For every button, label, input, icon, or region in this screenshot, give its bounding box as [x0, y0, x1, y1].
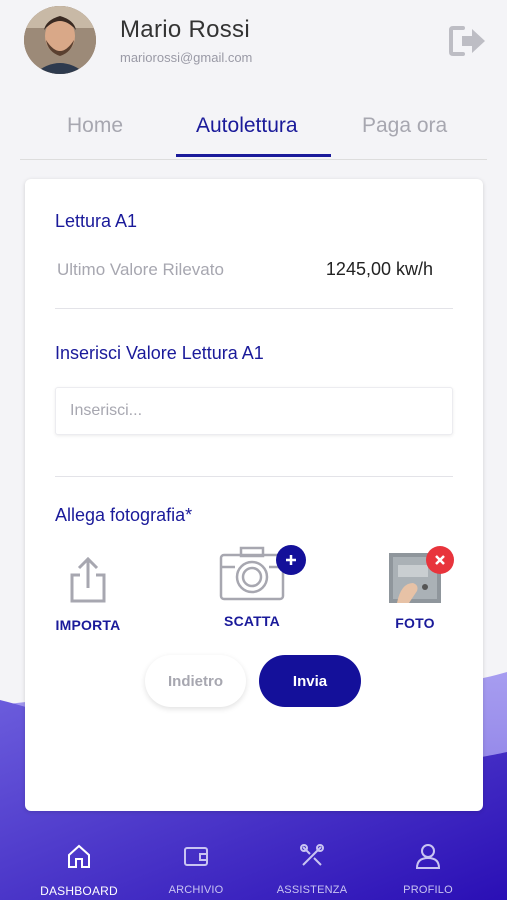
tab-autolettura[interactable]: Autolettura	[196, 114, 298, 138]
profile-header: Mario Rossi mariorossi@gmail.com	[0, 0, 507, 95]
plus-icon[interactable]	[276, 545, 306, 575]
reading-input[interactable]	[55, 387, 453, 435]
photo-label: FOTO	[395, 615, 435, 631]
nav-assistenza[interactable]: ASSISTENZA	[252, 826, 372, 896]
import-button[interactable]: IMPORTA	[55, 551, 121, 633]
tab-paga-ora[interactable]: Paga ora	[362, 114, 447, 138]
avatar[interactable]	[24, 6, 96, 74]
last-value-label: Ultimo Valore Rilevato	[57, 260, 224, 279]
divider	[55, 476, 453, 477]
attachments-title: Allega fotografia*	[55, 505, 193, 525]
tab-home[interactable]: Home	[67, 114, 123, 138]
last-value: 1245,00 kw/h	[325, 259, 433, 279]
nav-label: DASHBOARD	[40, 884, 118, 898]
reading-card: Lettura A1 Ultimo Valore Rilevato 1245,0…	[25, 179, 483, 811]
active-tab-indicator	[176, 154, 331, 157]
divider	[55, 308, 453, 309]
nav-profilo[interactable]: PROFILO	[368, 826, 488, 896]
user-name: Mario Rossi	[120, 16, 250, 43]
user-email: mariorossi@gmail.com	[120, 50, 253, 65]
close-icon[interactable]	[426, 546, 454, 574]
home-icon	[68, 844, 90, 868]
upload-icon	[70, 556, 106, 603]
user-icon	[415, 844, 441, 869]
input-title: Inserisci Valore Lettura A1	[55, 343, 264, 363]
nav-archivio[interactable]: ARCHIVIO	[136, 826, 256, 896]
nav-label: ASSISTENZA	[276, 884, 348, 896]
import-label: IMPORTA	[55, 617, 121, 633]
nav-dashboard[interactable]: DASHBOARD	[19, 826, 139, 898]
back-button[interactable]: Indietro	[145, 655, 246, 707]
send-button[interactable]: Invia	[259, 655, 361, 707]
nav-label: PROFILO	[403, 884, 453, 896]
reading-title: Lettura A1	[55, 211, 138, 231]
tools-icon	[300, 844, 324, 866]
tab-bar: Home Autolettura Paga ora	[20, 108, 487, 160]
wallet-icon	[184, 847, 208, 866]
nav-label: ARCHIVIO	[168, 884, 224, 896]
bottom-nav: DASHBOARD ARCHIVIO ASSISTENZA PROFILO	[0, 826, 507, 900]
logout-icon[interactable]	[448, 24, 488, 58]
take-photo-label: SCATTA	[224, 613, 280, 629]
